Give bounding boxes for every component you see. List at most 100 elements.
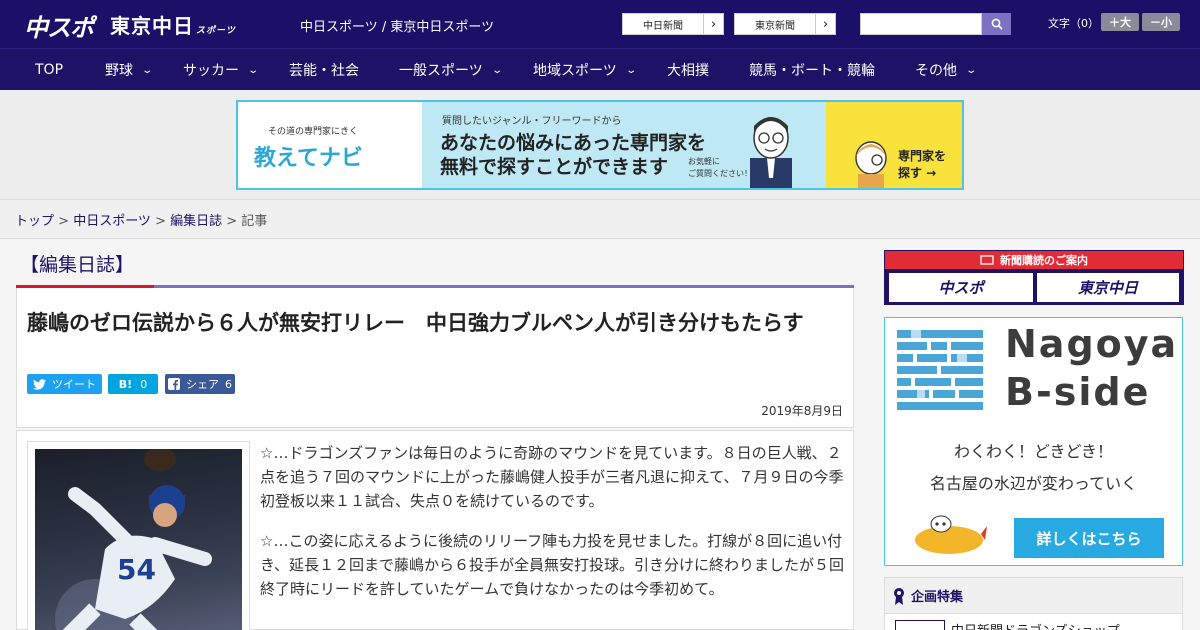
article-date: 2019年8月9日 xyxy=(761,404,843,418)
breadcrumb-separator: > xyxy=(150,214,171,229)
hatena-count: 0 xyxy=(140,377,148,391)
oshiete-navi-ad[interactable]: その道の専門家にきく 教えてナビ 質問したいジャンル・フリーワードから あなたの… xyxy=(236,100,964,190)
chevron-down-icon: ⌄ xyxy=(491,64,503,76)
subscription-box: 新聞購読のご案内 中スポ 東京中日 xyxy=(884,250,1184,305)
nav-item-label: 野球 xyxy=(105,63,133,79)
section-title[interactable]: 【編集日誌】 xyxy=(20,250,134,277)
facebook-share-button[interactable]: シェア 6 xyxy=(165,374,235,394)
ad-cta-panel: 専門家を 探す → xyxy=(826,102,962,188)
ad-brand-panel: その道の専門家にきく 教えてナビ xyxy=(238,102,422,188)
bside-logo-icon xyxy=(897,330,983,410)
share-count: 6 xyxy=(225,377,232,391)
nav-item-top[interactable]: TOP xyxy=(35,49,63,91)
subscribe-chuspo-button[interactable]: 中スポ xyxy=(889,273,1033,302)
nav-item-label: その他 xyxy=(915,63,957,79)
article-header: 藤嶋のゼロ伝説から６人が無安打リレー 中日強力ブルペン人が引き分けもたらす ツイ… xyxy=(16,288,854,428)
ad-cta[interactable]: 専門家を 探す → xyxy=(898,148,946,182)
ribbon-icon xyxy=(894,587,904,605)
tweet-button[interactable]: ツイート xyxy=(27,374,102,394)
nagoya-bside-ad[interactable]: Nagoya B-side わくわく！どきどき！ 名古屋の水辺が変わっていく 詳し… xyxy=(884,317,1183,566)
search-icon xyxy=(991,18,1003,30)
subscribe-tokyo-chunichi-button[interactable]: 東京中日 xyxy=(1037,273,1179,302)
bside-details-button[interactable]: 詳しくはこちら xyxy=(1014,518,1164,558)
font-larger-button[interactable]: ＋大 xyxy=(1101,13,1139,31)
nav-item-entertainment[interactable]: 芸能・社会 xyxy=(289,49,359,91)
woman-illustration xyxy=(855,141,887,188)
breadcrumb-top[interactable]: トップ xyxy=(15,214,54,229)
nav-item-baseball[interactable]: 野球 ⌄ xyxy=(105,49,154,91)
breadcrumb-current: 記事 xyxy=(241,214,268,229)
chunichi-shimbun-label: 中日新聞 xyxy=(643,20,683,32)
bside-title: Nagoya B-side xyxy=(1005,320,1178,416)
main-content: 【編集日誌】 藤嶋のゼロ伝説から６人が無安打リレー 中日強力ブルペン人が引き分け… xyxy=(0,240,1200,630)
search-input[interactable] xyxy=(860,13,982,35)
hatena-icon: B! xyxy=(118,377,133,391)
feature-box: 企画特集 中日新聞ドラゴンズショップ xyxy=(884,577,1183,630)
tokyo-chunichi-logo-suffix: スポーツ xyxy=(196,26,236,36)
font-smaller-button[interactable]: －小 xyxy=(1142,13,1180,31)
chevron-down-icon: ⌄ xyxy=(965,64,978,76)
tokyo-shimbun-label: 東京新聞 xyxy=(755,20,795,32)
article-photo-frame: 54 xyxy=(27,441,250,630)
nav-item-sumo[interactable]: 大相撲 xyxy=(667,49,709,91)
ad-brand: 教えてナビ xyxy=(254,146,363,171)
feature-header: 企画特集 xyxy=(885,578,1182,614)
shop-thumbnail[interactable] xyxy=(895,620,945,630)
tokyo-shimbun-button[interactable]: 東京新聞 › xyxy=(734,13,836,35)
chevron-right-icon: › xyxy=(815,14,835,34)
article-body: 54 ☆…ドラゴンズファンは毎日のように奇跡のマウンドを見ています。８日の巨人戦… xyxy=(16,430,854,630)
nav-item-label: 一般スポーツ xyxy=(399,63,483,79)
hatena-bookmark-button[interactable]: B! 0 xyxy=(108,374,158,394)
search-button[interactable] xyxy=(982,13,1011,35)
ad-line2: あなたの悩みにあった専門家を xyxy=(440,132,707,154)
twitter-icon xyxy=(33,378,46,390)
article-paragraph: ☆…ドラゴンズファンは毎日のように奇跡のマウンドを見ています。８日の巨人戦、２点… xyxy=(260,444,844,510)
tokyo-chunichi-logo[interactable]: 東京中日 スポーツ xyxy=(110,10,236,39)
breadcrumb-separator: > xyxy=(54,214,74,229)
ad-line1: 質問したいジャンル・フリーワードから xyxy=(442,116,622,127)
nav-item-label: 大相撲 xyxy=(667,63,709,79)
article-text: ☆…ドラゴンズファンは毎日のように奇跡のマウンドを見ています。８日の巨人戦、２点… xyxy=(260,441,845,617)
chevron-down-icon: ⌄ xyxy=(247,64,260,76)
fried-shrimp-mascot xyxy=(915,515,987,554)
nav-item-racing[interactable]: 競馬・ボート・競輪 xyxy=(749,49,875,91)
main-nav: TOP 野球 ⌄ サッカー ⌄ 芸能・社会 一般スポーツ ⌄ 地域スポーツ ⌄ 大相撲 … xyxy=(0,48,1200,90)
tokyo-chunichi-logo-text: 東京中日 xyxy=(110,14,194,38)
chevron-down-icon: ⌄ xyxy=(141,64,154,76)
nav-item-general-sports[interactable]: 一般スポーツ ⌄ xyxy=(399,49,503,91)
breadcrumb-separator: > xyxy=(222,214,242,229)
nav-item-label: TOP xyxy=(35,62,64,78)
nav-item-label: サッカー xyxy=(183,63,239,79)
ad-line3: 無料で探すことができます xyxy=(440,156,669,178)
article-headline: 藤嶋のゼロ伝説から６人が無安打リレー 中日強力ブルペン人が引き分けもたらす xyxy=(27,311,804,335)
chevron-down-icon: ⌄ xyxy=(625,64,637,76)
bside-title-line2: B-side xyxy=(1005,370,1151,414)
pitcher-photo[interactable]: 54 xyxy=(35,449,242,630)
breadcrumb: トップ > 中日スポーツ > 編集日誌 > 記事 xyxy=(0,201,1200,239)
article-paragraph: ☆…この姿に応えるように後続のリリーフ陣も力投を見せました。打線が８回に追い付き… xyxy=(260,532,844,598)
feature-header-label: 企画特集 xyxy=(911,590,964,605)
feature-item[interactable]: 中日新聞ドラゴンズショップ xyxy=(951,620,1120,630)
breadcrumb-chunichi-sports[interactable]: 中日スポーツ xyxy=(73,214,151,229)
subscription-header-label: 新聞購読のご案内 xyxy=(1000,254,1088,267)
nav-item-other[interactable]: その他 ⌄ xyxy=(915,49,978,91)
bside-text1: わくわく！どきどき！ xyxy=(953,442,1114,461)
chunichi-shimbun-button[interactable]: 中日新聞 › xyxy=(622,13,724,35)
bside-text2: 名古屋の水辺が変わっていく xyxy=(929,474,1138,493)
breadcrumb-diary[interactable]: 編集日誌 xyxy=(170,214,222,229)
tweet-label: ツイート xyxy=(52,378,96,391)
nav-item-label: 地域スポーツ xyxy=(533,63,617,79)
nav-item-label: 競馬・ボート・競輪 xyxy=(749,63,875,79)
site-links[interactable]: 中日スポーツ / 東京中日スポーツ xyxy=(300,16,494,35)
share-label: シェア xyxy=(186,378,219,391)
facebook-icon xyxy=(168,378,180,390)
ad-message-panel: 質問したいジャンル・フリーワードから あなたの悩みにあった専門家を 無料で探すこ… xyxy=(422,102,826,188)
ticket-icon xyxy=(980,255,994,265)
nav-item-local-sports[interactable]: 地域スポーツ ⌄ xyxy=(533,49,637,91)
site-header: 中スポ 東京中日 スポーツ 中日スポーツ / 東京中日スポーツ 中日新聞 › 東京… xyxy=(0,0,1200,48)
nav-item-soccer[interactable]: サッカー ⌄ xyxy=(183,49,260,91)
ad-tagline: その道の専門家にきく xyxy=(268,127,359,137)
ad-area: その道の専門家にきく 教えてナビ 質問したいジャンル・フリーワードから あなたの… xyxy=(0,90,1200,200)
bside-title-line1: Nagoya xyxy=(1005,322,1179,366)
chuspo-logo[interactable]: 中スポ xyxy=(24,8,94,42)
